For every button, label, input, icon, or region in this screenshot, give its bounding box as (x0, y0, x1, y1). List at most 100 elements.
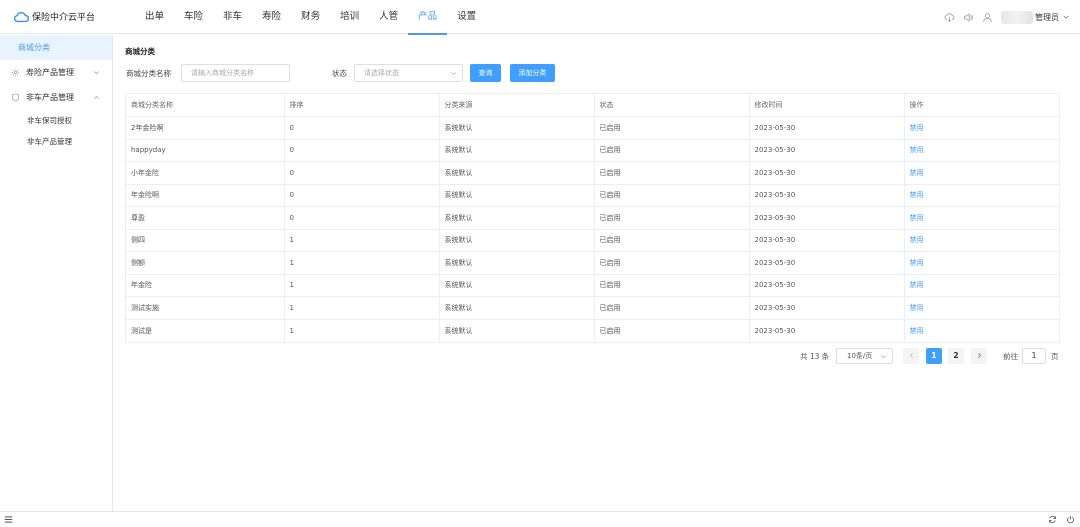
page-size-select[interactable]: 10条/页 (836, 348, 893, 364)
nav-item-4[interactable]: 财务 (291, 0, 330, 34)
pagination-total: 共 13 条 (800, 352, 830, 361)
nav-item-3[interactable]: 寿险 (252, 0, 291, 34)
disable-action-link[interactable]: 禁用 (904, 274, 1059, 297)
table-row: 侧额 1 系统默认 已启用 2023-05-30 禁用 (126, 251, 1059, 275)
disable-action-link[interactable]: 禁用 (904, 206, 1059, 230)
table-cell: 系统默认 (439, 319, 595, 342)
cloud-download-icon[interactable] (944, 12, 955, 23)
bottom-bar (0, 511, 1080, 527)
filter-bar: 商城分类名称 请输入商城分类名称 状态 请选择状态 查询 添加分类 (125, 64, 1065, 82)
app-title: 保险中介云平台 (32, 13, 96, 23)
disable-action-link[interactable]: 禁用 (904, 184, 1059, 207)
table-body: 2年金险啊 0 系统默认 已启用 2023-05-30 禁用 happyday 0 系统默认 已启… (126, 116, 1059, 342)
sidebar-group-life-products[interactable]: 寿险产品管理 (0, 60, 112, 85)
table-cell: 已启用 (594, 296, 750, 320)
power-icon[interactable] (1066, 515, 1075, 524)
table-cell: 已启用 (594, 161, 750, 185)
nav-item-2[interactable]: 非车 (213, 0, 252, 34)
table-cell: 系统默认 (439, 251, 595, 275)
table-cell: 系统默认 (439, 206, 595, 230)
search-button[interactable]: 查询 (470, 64, 501, 82)
refresh-icon[interactable] (1048, 515, 1057, 524)
status-select[interactable]: 请选择状态 (354, 64, 463, 82)
jump-page-input[interactable]: 1 (1022, 348, 1046, 364)
nav-item-7[interactable]: 产品 (408, 0, 448, 35)
nav-item-0[interactable]: 出单 (135, 0, 174, 34)
table-cell: 0 (284, 184, 440, 207)
chevron-left-icon (909, 353, 913, 358)
sidebar-group-noncar-products[interactable]: 非车产品管理 (0, 85, 112, 110)
table-cell: 年金险啊 (126, 184, 285, 207)
speaker-icon[interactable] (963, 12, 974, 23)
table-cell: 2023-05-30 (749, 139, 905, 162)
table-cell: 侧四 (126, 229, 285, 252)
table-cell: 系统默认 (439, 229, 595, 252)
app-logo[interactable]: 保险中介云平台 (0, 0, 113, 34)
user-icon[interactable] (982, 12, 993, 23)
sidebar-item-label: 寿险产品管理 (26, 68, 74, 77)
page-size-value: 10条/页 (847, 352, 873, 360)
column-header: 商城分类名称 (126, 94, 285, 117)
table-cell: 已启用 (594, 274, 750, 297)
prev-page-button[interactable] (903, 348, 919, 364)
table-cell: 尊盈 (126, 206, 285, 230)
pagination: 共 13 条 10条/页 1 2 前往 1 页 (113, 348, 1080, 364)
disable-action-link[interactable]: 禁用 (904, 251, 1059, 275)
sidebar-item-mall-category[interactable]: 商城分类 (0, 35, 112, 60)
column-header: 状态 (594, 94, 750, 117)
disable-action-link[interactable]: 禁用 (904, 139, 1059, 162)
table-cell: 2023-05-30 (749, 251, 905, 275)
page-title: 商城分类 (125, 47, 155, 56)
avatar[interactable] (1001, 10, 1033, 24)
table-cell: 2023-05-30 (749, 116, 905, 140)
header-actions: 管理员 (936, 0, 1070, 34)
table-cell: 已启用 (594, 116, 750, 140)
table-cell: 测试是 (126, 319, 285, 342)
table-cell: 已启用 (594, 184, 750, 207)
nav-item-1[interactable]: 车险 (174, 0, 213, 34)
menu-icon[interactable] (4, 515, 13, 524)
table-cell: 2023-05-30 (749, 184, 905, 207)
table-cell: 系统默认 (439, 184, 595, 207)
table-cell: 2年金险啊 (126, 116, 285, 140)
table-cell: 系统默认 (439, 139, 595, 162)
disable-action-link[interactable]: 禁用 (904, 116, 1059, 140)
table-row: happyday 0 系统默认 已启用 2023-05-30 禁用 (126, 139, 1059, 162)
main-content: 商城分类 商城分类名称 请输入商城分类名称 状态 请选择状态 查询 添加分类 商… (113, 35, 1080, 511)
column-header: 修改时间 (749, 94, 905, 117)
chevron-down-icon[interactable] (1062, 13, 1070, 21)
column-header: 排序 (284, 94, 440, 117)
disable-action-link[interactable]: 禁用 (904, 319, 1059, 342)
gear-icon (11, 68, 20, 77)
nav-item-6[interactable]: 人管 (369, 0, 408, 34)
table-cell: 0 (284, 161, 440, 185)
table-cell: 小年金险 (126, 161, 285, 185)
nav-item-8[interactable]: 设置 (447, 0, 486, 34)
table-cell: 系统默认 (439, 274, 595, 297)
chevron-down-icon (881, 355, 886, 359)
table-cell: 2023-05-30 (749, 296, 905, 320)
table-cell: 1 (284, 229, 440, 252)
table-row: 小年金险 0 系统默认 已启用 2023-05-30 禁用 (126, 161, 1059, 185)
shield-icon (11, 93, 20, 102)
disable-action-link[interactable]: 禁用 (904, 229, 1059, 252)
table-row: 侧四 1 系统默认 已启用 2023-05-30 禁用 (126, 229, 1059, 252)
page-button-1[interactable]: 1 (926, 348, 942, 364)
page-button-2[interactable]: 2 (948, 348, 964, 364)
table-cell: 0 (284, 139, 440, 162)
table-cell: 2023-05-30 (749, 274, 905, 297)
table-cell: 1 (284, 274, 440, 297)
category-name-input[interactable]: 请输入商城分类名称 (181, 64, 290, 82)
sidebar-item-noncar-product-manage[interactable]: 非车产品管理 (0, 131, 112, 152)
disable-action-link[interactable]: 禁用 (904, 296, 1059, 320)
nav-item-5[interactable]: 培训 (330, 0, 369, 34)
add-category-button[interactable]: 添加分类 (510, 64, 555, 82)
disable-action-link[interactable]: 禁用 (904, 161, 1059, 185)
sidebar-item-noncar-insurer-auth[interactable]: 非车保司授权 (0, 110, 112, 131)
table-row: 年金险 1 系统默认 已启用 2023-05-30 禁用 (126, 274, 1059, 297)
table-row: 测试实施 1 系统默认 已启用 2023-05-30 禁用 (126, 296, 1059, 320)
user-name[interactable]: 管理员 (1035, 12, 1059, 23)
table-cell: 测试实施 (126, 296, 285, 320)
table-cell: 2023-05-30 (749, 206, 905, 230)
next-page-button[interactable] (971, 348, 987, 364)
